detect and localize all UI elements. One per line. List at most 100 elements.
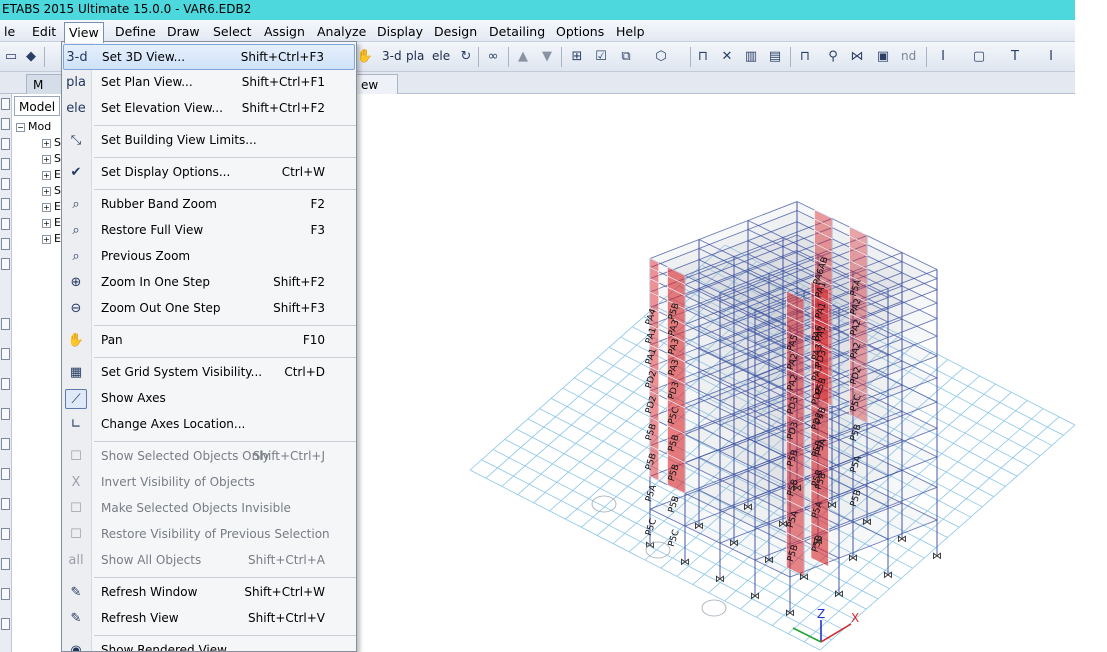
tree-item[interactable]: + E [42, 232, 61, 246]
menu-item-set-plan-view[interactable]: pla Set Plan View... Shift+Ctrl+F1 [63, 70, 355, 96]
menu-item-rubber-band-zoom[interactable]: ⌕ Rubber Band Zoom F2 [63, 192, 355, 218]
display-options-icon[interactable]: ☑ [592, 48, 610, 66]
draw-frame-icon[interactable]: ⊓ [694, 48, 712, 66]
menu-item-restore-visibility-of-previous-selection[interactable]: ☐ Restore Visibility of Previous Selectio… [63, 522, 355, 548]
tree-item[interactable]: + S [42, 152, 61, 166]
menu-item-set-grid-system-visibility[interactable]: ▦ Set Grid System Visibility... Ctrl+D [63, 360, 355, 386]
tree-item[interactable]: + E [42, 200, 61, 214]
tool-icon[interactable] [1, 138, 10, 150]
toolbar-plan-view-button[interactable]: pla [406, 49, 424, 63]
menu-define[interactable]: Define [111, 22, 160, 41]
tool-icon[interactable] [1, 258, 10, 270]
move-up-icon[interactable]: ▲ [514, 48, 532, 66]
expand-icon[interactable]: + [42, 234, 51, 244]
menu-select[interactable]: Select [209, 22, 256, 41]
menu-item-change-axes-location[interactable]: ∟ Change Axes Location... [63, 412, 355, 438]
menu-view[interactable]: View [64, 22, 104, 43]
menu-item-set-building-view-limits[interactable]: ⤡ Set Building View Limits... [63, 128, 355, 154]
tool-icon[interactable] [1, 378, 10, 390]
tool-icon[interactable] [1, 178, 10, 190]
menu-help[interactable]: Help [612, 22, 649, 41]
menu-item-previous-zoom[interactable]: ⌕ Previous Zoom [63, 244, 355, 270]
expand-icon[interactable]: + [42, 202, 51, 212]
tool-icon[interactable] [1, 198, 10, 210]
tool-icon[interactable] [1, 118, 10, 130]
draw-wall-icon[interactable]: ▥ [742, 48, 760, 66]
menu-item-restore-full-view[interactable]: ⌕ Restore Full View F3 [63, 218, 355, 244]
tool-icon[interactable] [1, 468, 10, 480]
menu-item-make-selected-objects-invisible[interactable]: ☐ Make Selected Objects Invisible [63, 496, 355, 522]
toolbar-nd-button[interactable]: nd [901, 49, 916, 63]
tool-icon[interactable] [1, 238, 10, 250]
menu-item-zoom-in-one-step[interactable]: ⊕ Zoom In One Step Shift+F2 [63, 270, 355, 296]
open-file-icon[interactable]: ◆ [22, 48, 40, 66]
expand-icon[interactable]: + [42, 154, 51, 164]
tree-root-model[interactable]: − Mod [16, 120, 51, 134]
tool-icon[interactable] [1, 218, 10, 230]
extrude-view-icon[interactable]: ⬡ [652, 48, 670, 66]
tree-item[interactable]: + E [42, 168, 61, 182]
menu-item-zoom-out-one-step[interactable]: ⊖ Zoom Out One Step Shift+F3 [63, 296, 355, 322]
draw-link-icon[interactable]: ⋈ [848, 48, 866, 66]
menu-item-pan[interactable]: ✋ Pan F10 [63, 328, 355, 354]
text-cursor-icon[interactable]: I [934, 48, 952, 66]
toolbar-elevation-view-button[interactable]: ele [432, 49, 450, 63]
menu-design[interactable]: Design [430, 22, 481, 41]
menu-le[interactable]: le [0, 22, 19, 41]
menu-item-refresh-view[interactable]: ✎ Refresh View Shift+Ctrl+V [63, 606, 355, 632]
object-shrink-icon[interactable]: ⧉ [617, 48, 635, 66]
tool-icon[interactable] [1, 498, 10, 510]
tool-icon[interactable] [1, 528, 10, 540]
menu-item-set-display-options[interactable]: ✔ Set Display Options... Ctrl+W [63, 160, 355, 186]
tool-icon[interactable] [1, 408, 10, 420]
pointer-tool-icon[interactable] [1, 98, 10, 110]
menu-item-show-rendered-view[interactable]: ◉ Show Rendered View [63, 638, 355, 651]
tool-icon[interactable] [1, 588, 10, 600]
expand-icon[interactable]: + [42, 170, 51, 180]
column-section-icon[interactable]: Ⅰ [1042, 48, 1060, 66]
draw-beam-icon[interactable]: ⊓ [796, 48, 814, 66]
tree-item[interactable]: + S [42, 136, 61, 150]
area-section-icon[interactable]: ▢ [970, 48, 988, 66]
tab-model-window[interactable]: M [26, 74, 66, 94]
menu-item-set-elevation-view[interactable]: ele Set Elevation View... Shift+Ctrl+F2 [63, 96, 355, 122]
draw-floor-icon[interactable]: ▤ [766, 48, 784, 66]
model-explorer-tab[interactable]: Model [14, 96, 61, 116]
draw-brace-icon[interactable]: ✕ [718, 48, 736, 66]
menu-assign[interactable]: Assign [260, 22, 309, 41]
menu-options[interactable]: Options [552, 22, 608, 41]
expand-icon[interactable]: + [42, 186, 51, 196]
tree-item[interactable]: + S [42, 184, 61, 198]
menu-item-invert-visibility-of-objects[interactable]: X Invert Visibility of Objects [63, 470, 355, 496]
assign-load-icon[interactable]: ⚲ [824, 48, 842, 66]
tool-icon[interactable] [1, 438, 10, 450]
menu-draw[interactable]: Draw [163, 22, 204, 41]
eyeglasses-icon[interactable]: ∞ [484, 48, 502, 66]
pan-toolbar-icon[interactable]: ✋ [356, 48, 374, 66]
menu-item-show-selected-objects-only[interactable]: ☐ Show Selected Objects Only Shift+Ctrl+J [63, 444, 355, 470]
tab-3d-view[interactable]: ew [354, 74, 398, 94]
tool-icon[interactable] [1, 158, 10, 170]
menu-detailing[interactable]: Detailing [485, 22, 549, 41]
new-file-icon[interactable]: ▭ [2, 48, 20, 66]
rotate-view-icon[interactable]: ↻ [457, 48, 475, 66]
expand-icon[interactable]: + [42, 218, 51, 228]
tree-item[interactable]: + E [42, 216, 61, 230]
frame-section-icon[interactable]: T [1006, 48, 1024, 66]
menu-item-show-axes[interactable]: ⟋ Show Axes [63, 386, 355, 412]
menu-item-refresh-window[interactable]: ✎ Refresh Window Shift+Ctrl+W [63, 580, 355, 606]
menu-analyze[interactable]: Analyze [313, 22, 370, 41]
menu-display[interactable]: Display [373, 22, 427, 41]
menu-item-set-3d-view[interactable]: 3-d Set 3D View... Shift+Ctrl+F3 [63, 44, 355, 70]
expand-icon[interactable]: + [42, 138, 51, 148]
collapse-icon[interactable]: − [16, 122, 25, 132]
menu-edit[interactable]: Edit [28, 22, 60, 41]
select-window-icon[interactable]: ⊞ [568, 48, 586, 66]
menu-item-show-all-objects[interactable]: all Show All Objects Shift+Ctrl+A [63, 548, 355, 574]
rendered-view-toolbar-icon[interactable]: ▣ [874, 48, 892, 66]
toolbar-3d-view-button[interactable]: 3-d [382, 49, 402, 63]
tool-icon[interactable] [1, 558, 10, 570]
move-down-icon[interactable]: ▼ [538, 48, 556, 66]
tool-icon[interactable] [1, 618, 10, 630]
tool-icon[interactable] [1, 318, 10, 330]
